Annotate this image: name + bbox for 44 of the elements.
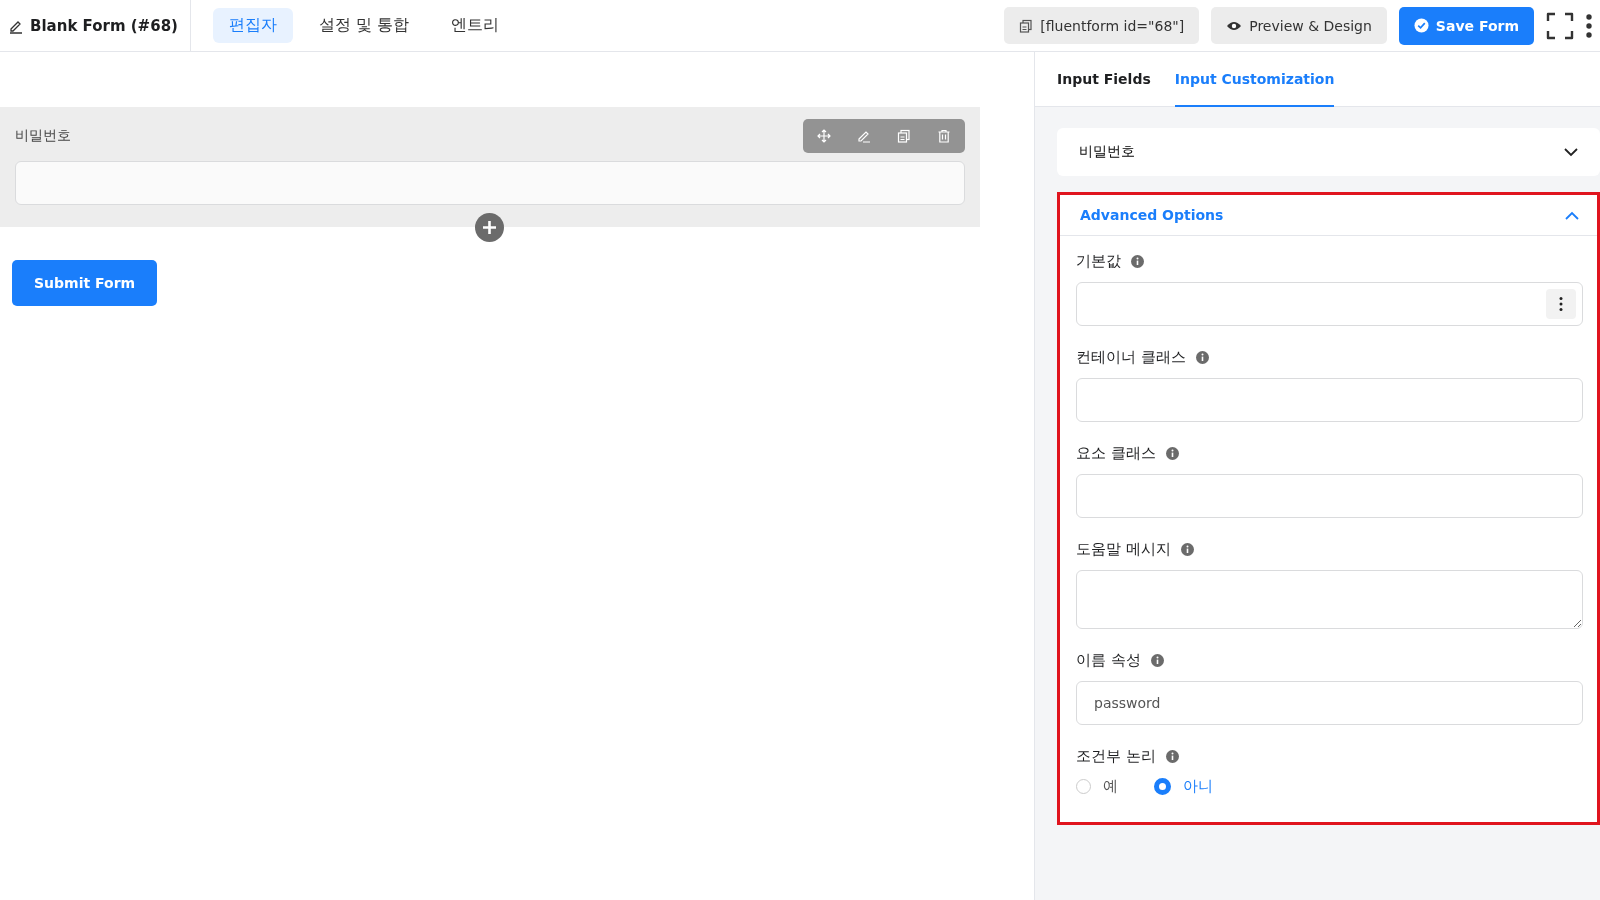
text-field[interactable]	[1076, 378, 1583, 422]
field-card[interactable]: 비밀번호	[0, 107, 980, 227]
field-label: 컨테이너 클래스	[1076, 348, 1186, 367]
radio-option[interactable]: 예	[1076, 777, 1118, 796]
chevron-down-icon	[1564, 147, 1578, 157]
form-title: Blank Form (#68)	[30, 16, 178, 35]
nav-tab[interactable]: 엔트리	[435, 8, 516, 43]
info-icon[interactable]	[1180, 543, 1194, 556]
panel-tab[interactable]: Input Customization	[1174, 52, 1335, 107]
copy-icon[interactable]	[897, 129, 911, 143]
save-button[interactable]: Save Form	[1398, 6, 1534, 45]
info-icon[interactable]	[1165, 750, 1179, 763]
radio-option[interactable]: 아니	[1154, 777, 1213, 796]
textarea-field[interactable]	[1076, 570, 1583, 629]
info-icon[interactable]	[1150, 654, 1164, 667]
field-label: 비밀번호	[15, 127, 71, 145]
field-label: 조건부 논리	[1076, 747, 1156, 766]
pencil-icon[interactable]	[857, 129, 871, 143]
chevron-up-icon	[1565, 210, 1579, 220]
field-select[interactable]: 비밀번호	[1057, 128, 1600, 176]
info-icon[interactable]	[1131, 255, 1144, 268]
move-icon[interactable]	[817, 129, 831, 143]
eye-icon	[1226, 19, 1243, 32]
shortcode-button[interactable]: [fluentform id="68"]	[1004, 7, 1200, 44]
field-label: 도움말 메시지	[1076, 540, 1171, 559]
text-field[interactable]	[1076, 474, 1583, 518]
password-field[interactable]	[15, 161, 965, 205]
text-field[interactable]: password	[1076, 681, 1583, 725]
copy-icon	[1019, 18, 1034, 33]
field-label: 이름 속성	[1076, 651, 1141, 670]
add-icon[interactable]	[475, 213, 504, 242]
info-icon[interactable]	[1195, 351, 1209, 364]
preview-button[interactable]: Preview & Design	[1211, 7, 1387, 44]
field-label: 요소 클래스	[1076, 444, 1156, 463]
fullscreen-icon[interactable]	[1546, 11, 1574, 40]
field-label: 기본값	[1076, 252, 1121, 271]
trash-icon[interactable]	[937, 129, 951, 143]
info-icon[interactable]	[1165, 447, 1179, 460]
submit-button[interactable]: Submit Form	[12, 260, 158, 306]
text-field[interactable]	[1076, 282, 1583, 326]
panel-tab[interactable]: Input Fields	[1057, 52, 1151, 107]
check-circle-icon	[1413, 18, 1429, 33]
nav-tab[interactable]: 설정 및 통합	[302, 8, 426, 43]
more-icon[interactable]	[1586, 13, 1592, 38]
